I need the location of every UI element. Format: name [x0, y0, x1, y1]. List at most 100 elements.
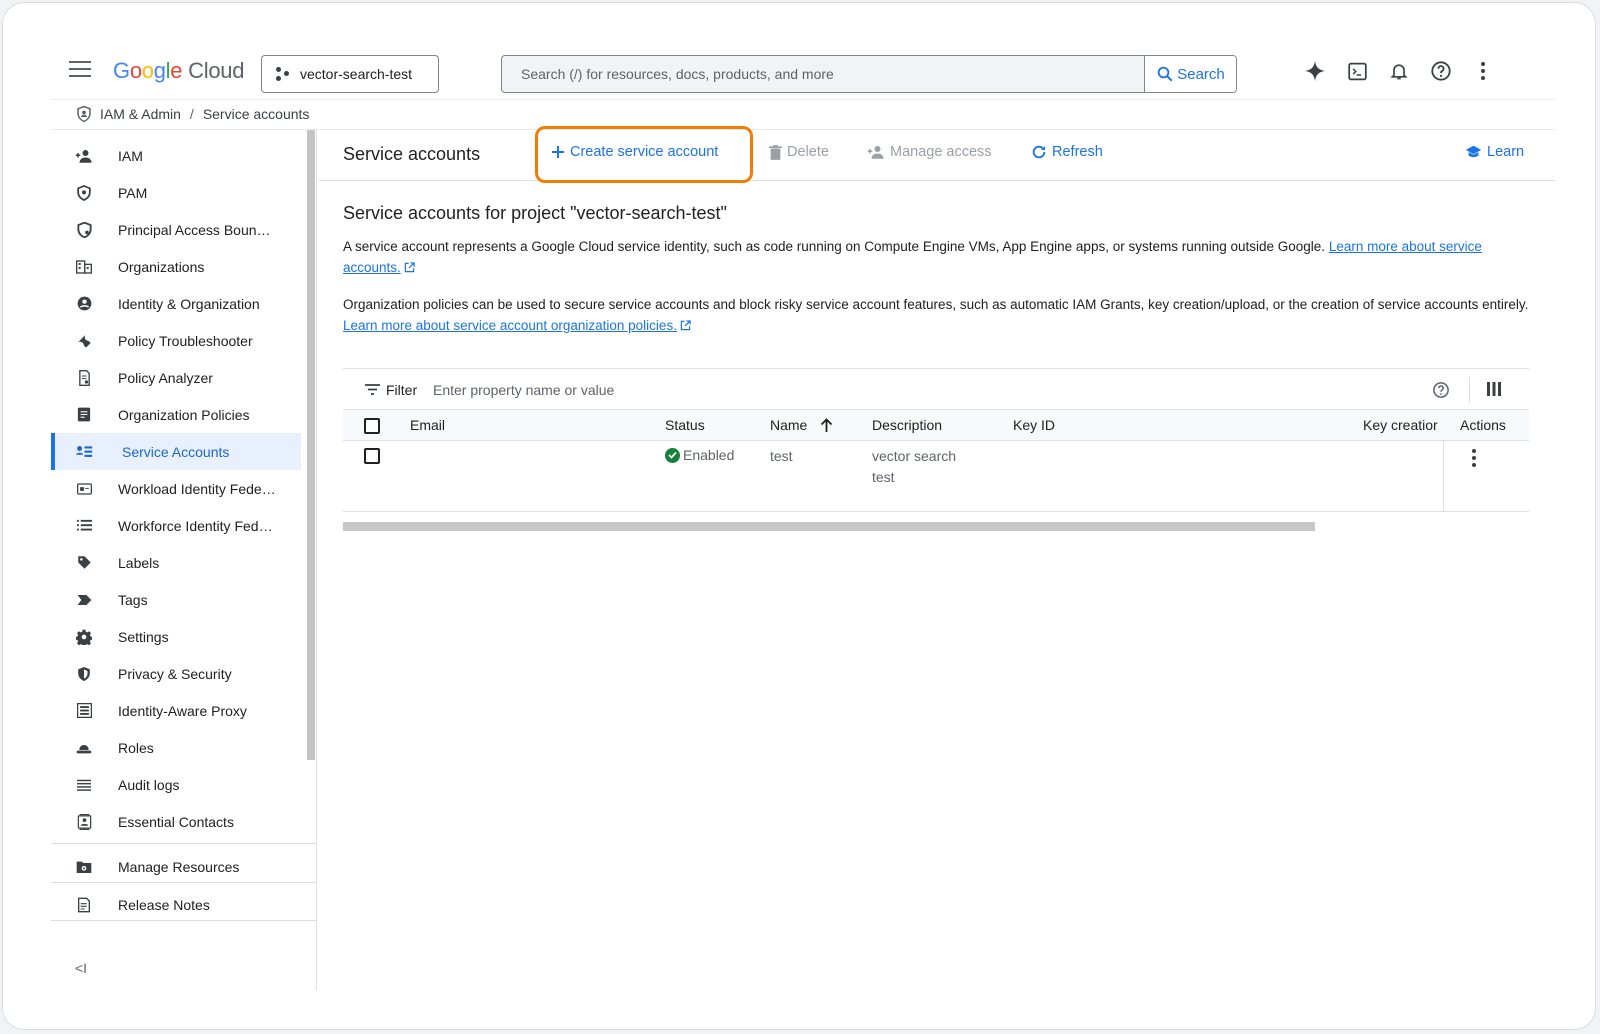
folder-gear-icon — [75, 858, 93, 876]
sidebar-item-release-notes[interactable]: Release Notes — [51, 886, 301, 923]
sidebar-item-workforce-identity-federation[interactable]: Workforce Identity Fed… — [51, 507, 301, 544]
table-help-icon[interactable] — [1432, 381, 1450, 399]
breadcrumb-current: Service accounts — [202, 106, 310, 122]
delete-button[interactable]: Delete — [769, 144, 829, 160]
sidebar-item-organizations[interactable]: Organizations — [51, 248, 301, 285]
breadcrumb-separator: / — [189, 106, 194, 122]
browser-frame: GoogleCloud vector-search-test Search IA… — [2, 2, 1596, 1030]
lines-icon — [75, 776, 93, 794]
help-icon[interactable] — [1429, 59, 1453, 83]
breadcrumb-iam-admin[interactable]: IAM & Admin — [100, 106, 181, 122]
sidebar-item-service-accounts[interactable]: Service Accounts — [51, 433, 301, 470]
shield-lock-icon — [75, 665, 93, 683]
row-name: test — [770, 448, 793, 464]
row-checkbox[interactable] — [364, 448, 380, 464]
manage-access-button[interactable]: Manage access — [867, 144, 992, 160]
sidebar-item-organization-policies[interactable]: Organization Policies — [51, 396, 301, 433]
sidebar-item-privacy-security[interactable]: Privacy & Security — [51, 655, 301, 692]
refresh-button[interactable]: Refresh — [1031, 144, 1103, 160]
create-service-account-button[interactable]: Create service account — [551, 144, 718, 160]
sidebar-item-identity-aware-proxy[interactable]: Identity-Aware Proxy — [51, 692, 301, 729]
search-button[interactable]: Search — [1144, 56, 1236, 92]
row-description-line1: vector search — [872, 448, 957, 464]
proxy-icon — [75, 702, 93, 720]
column-name[interactable]: Name — [770, 417, 807, 433]
column-key-creation[interactable]: Key creatior — [1363, 417, 1438, 433]
sidebar-item-iam[interactable]: IAM — [51, 137, 301, 174]
sidebar-item-pam[interactable]: PAM — [51, 174, 301, 211]
sidebar-item-tags[interactable]: Tags — [51, 581, 301, 618]
collapse-sidebar-button[interactable]: <I — [75, 960, 87, 976]
sidebar-item-manage-resources[interactable]: Manage Resources — [51, 848, 301, 885]
learn-button[interactable]: Learn — [1465, 144, 1524, 160]
sidebar-item-audit-logs[interactable]: Audit logs — [51, 766, 301, 803]
iam-shield-icon — [77, 105, 91, 123]
school-icon — [1465, 145, 1482, 158]
search-input[interactable] — [502, 56, 1144, 92]
column-display-icon[interactable] — [1487, 382, 1501, 396]
sidebar-item-policy-analyzer[interactable]: Policy Analyzer — [51, 359, 301, 396]
project-picker[interactable]: vector-search-test — [261, 55, 439, 93]
sidebar-item-roles[interactable]: Roles — [51, 729, 301, 766]
breadcrumb: IAM & Admin / Service accounts — [75, 104, 309, 124]
contact-icon — [75, 813, 93, 831]
column-email[interactable]: Email — [410, 417, 445, 433]
project-dots-icon — [276, 67, 290, 81]
external-link-icon — [404, 262, 415, 273]
top-bar: Google Cloud vector-search-test Search — [3, 3, 1595, 99]
column-status[interactable]: Status — [665, 417, 705, 433]
main-menu-icon[interactable] — [69, 61, 91, 77]
check-circle-icon — [665, 447, 680, 463]
sidebar-divider — [51, 882, 317, 883]
select-all-checkbox[interactable] — [364, 418, 380, 434]
sidebar-item-essential-contacts[interactable]: Essential Contacts — [51, 803, 301, 840]
learn-more-org-policies-link[interactable]: Learn more about service account organiz… — [343, 318, 677, 333]
page-content: Service accounts for project "vector-sea… — [343, 203, 1529, 336]
sidebar: IAM PAM Principal Access Boun… Organizat… — [51, 130, 317, 990]
top-divider — [51, 99, 1555, 100]
sidebar-item-principal-access-boundary[interactable]: Principal Access Boun… — [51, 211, 301, 248]
sidebar-item-workload-identity-federation[interactable]: Workload Identity Fede… — [51, 470, 301, 507]
sort-ascending-icon[interactable] — [820, 418, 833, 433]
google-cloud-logo[interactable]: Google Cloud — [113, 58, 244, 84]
document-icon — [75, 406, 93, 424]
hat-icon — [75, 739, 93, 757]
filter-bar: Filter — [343, 368, 1529, 410]
sidebar-divider — [51, 920, 317, 921]
row-actions-menu-icon[interactable] — [1472, 449, 1476, 467]
table-header: Email Status Name Description Key ID Key… — [343, 410, 1529, 441]
list-icon — [75, 517, 93, 535]
service-accounts-table: Filter Email Status Name Description Key… — [343, 368, 1529, 512]
filter-icon — [365, 384, 380, 395]
plus-icon — [552, 146, 564, 158]
account-circle-icon — [75, 295, 93, 313]
sidebar-item-identity-organization[interactable]: Identity & Organization — [51, 285, 301, 322]
sidebar-item-policy-troubleshooter[interactable]: Policy Troubleshooter — [51, 322, 301, 359]
column-key-id[interactable]: Key ID — [1013, 417, 1055, 433]
sidebar-item-labels[interactable]: Labels — [51, 544, 301, 581]
gemini-sparkle-icon[interactable] — [1303, 59, 1327, 83]
top-icons — [1303, 59, 1495, 83]
cloud-shell-icon[interactable] — [1345, 59, 1369, 83]
building-icon — [75, 258, 93, 276]
trash-icon — [769, 144, 782, 160]
more-vert-icon[interactable] — [1471, 59, 1495, 83]
sidebar-scrollbar[interactable] — [307, 130, 315, 760]
project-name: vector-search-test — [300, 66, 413, 82]
column-actions: Actions — [1460, 417, 1506, 433]
table-horizontal-scrollbar[interactable] — [343, 522, 1315, 531]
table-row[interactable]: Enabled test vector search test — [343, 441, 1529, 512]
search-icon — [1157, 66, 1173, 82]
gear-icon — [75, 628, 93, 646]
actions-divider — [1443, 441, 1444, 512]
filter-input[interactable] — [433, 379, 1033, 401]
sidebar-item-settings[interactable]: Settings — [51, 618, 301, 655]
page-title: Service accounts — [343, 144, 481, 164]
intro-paragraph: A service account represents a Google Cl… — [343, 239, 1482, 275]
notes-icon — [75, 896, 93, 914]
column-description[interactable]: Description — [872, 417, 942, 433]
org-policies-paragraph: Organization policies can be used to sec… — [343, 297, 1529, 333]
shield-icon — [75, 184, 93, 202]
label-icon — [75, 554, 93, 572]
notifications-bell-icon[interactable] — [1387, 59, 1411, 83]
